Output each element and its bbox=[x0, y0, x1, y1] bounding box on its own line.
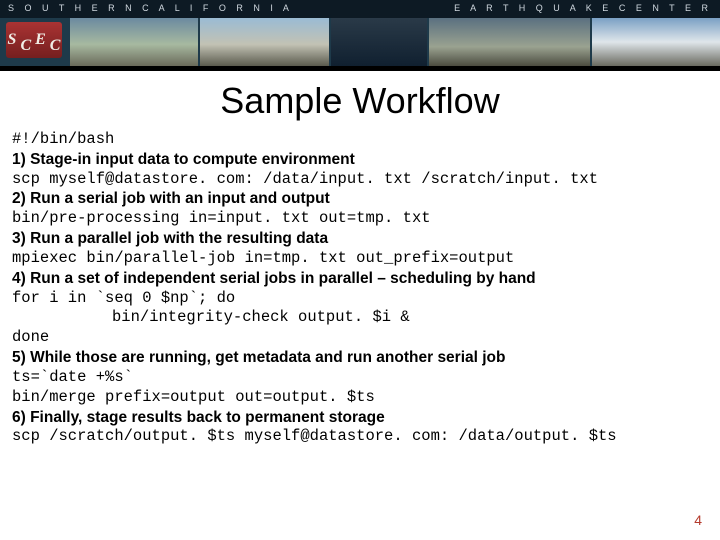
org-name-right: E A R T H Q U A K E C E N T E R bbox=[454, 3, 712, 13]
code-line: done bbox=[12, 328, 708, 348]
page-number: 4 bbox=[694, 512, 702, 528]
code-line: mpiexec bin/parallel-job in=tmp. txt out… bbox=[12, 249, 708, 269]
banner-photo bbox=[200, 18, 328, 66]
step-heading: 2) Run a serial job with an input and ou… bbox=[12, 189, 708, 209]
step-heading: 1) Stage-in input data to compute enviro… bbox=[12, 150, 708, 170]
code-line: scp /scratch/output. $ts myself@datastor… bbox=[12, 427, 708, 447]
logo-letter-c: C bbox=[18, 37, 33, 55]
org-name-left: S O U T H E R N C A L I F O R N I A bbox=[8, 3, 293, 13]
banner-photo bbox=[429, 18, 590, 66]
banner-divider bbox=[0, 66, 720, 71]
banner-photo-strip bbox=[70, 18, 720, 66]
code-line: scp myself@datastore. com: /data/input. … bbox=[12, 170, 708, 190]
code-line: bin/merge prefix=output out=output. $ts bbox=[12, 388, 708, 408]
banner-photo bbox=[592, 18, 720, 66]
code-line-indented: bin/integrity-check output. $i & bbox=[12, 308, 708, 328]
scec-logo: S C E C bbox=[6, 22, 62, 58]
slide-title: Sample Workflow bbox=[0, 80, 720, 122]
banner-photo bbox=[331, 18, 427, 66]
code-line: for i in `seq 0 $np`; do bbox=[12, 289, 708, 309]
code-line: bin/pre-processing in=input. txt out=tmp… bbox=[12, 209, 708, 229]
code-line: ts=`date +%s` bbox=[12, 368, 708, 388]
step-heading: 6) Finally, stage results back to perman… bbox=[12, 408, 708, 428]
banner-photo bbox=[70, 18, 198, 66]
banner-title-bar: S O U T H E R N C A L I F O R N I A E A … bbox=[0, 0, 720, 18]
slide: S O U T H E R N C A L I F O R N I A E A … bbox=[0, 0, 720, 540]
step-heading: 4) Run a set of independent serial jobs … bbox=[12, 269, 708, 289]
logo-letter-c2: C bbox=[48, 37, 63, 55]
step-heading: 3) Run a parallel job with the resulting… bbox=[12, 229, 708, 249]
header-banner: S O U T H E R N C A L I F O R N I A E A … bbox=[0, 0, 720, 66]
logo-letter-e: E bbox=[33, 31, 48, 49]
code-line: #!/bin/bash bbox=[12, 130, 708, 150]
logo-letter-s: S bbox=[6, 31, 19, 49]
slide-body: #!/bin/bash 1) Stage-in input data to co… bbox=[0, 130, 720, 447]
step-heading: 5) While those are running, get metadata… bbox=[12, 348, 708, 368]
